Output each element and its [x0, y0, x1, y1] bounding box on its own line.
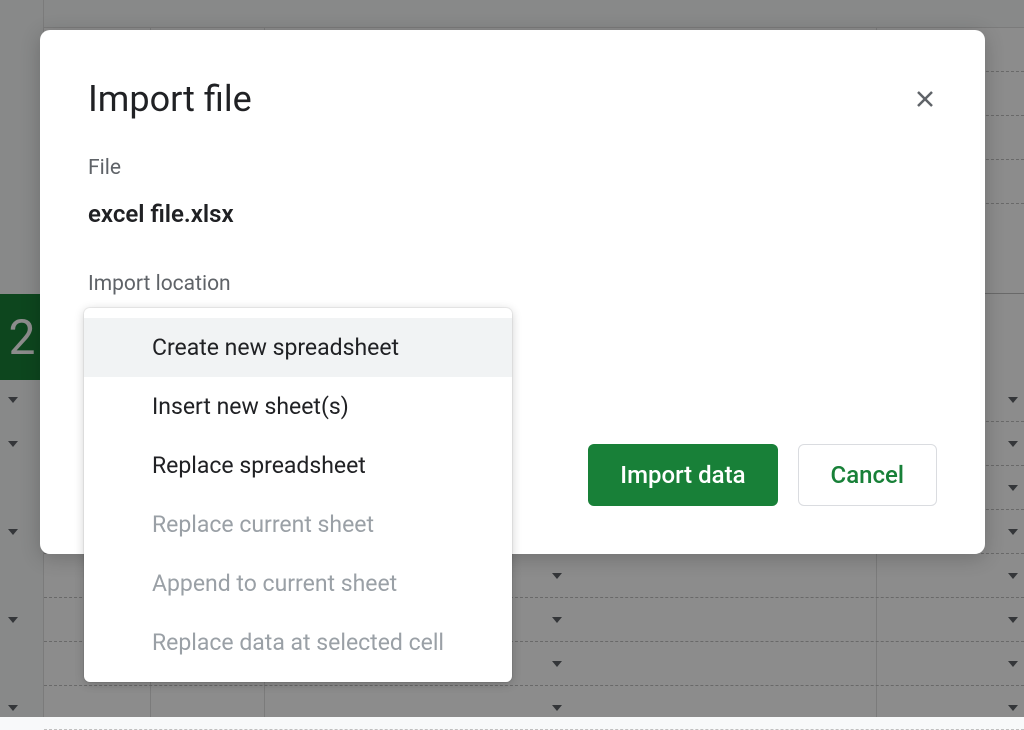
import-data-button[interactable]: Import data: [588, 444, 777, 506]
dropdown-option-append-to-current-sheet: Append to current sheet: [84, 554, 512, 613]
import-location-dropdown: Create new spreadsheet Insert new sheet(…: [84, 308, 512, 682]
dropdown-option-insert-new-sheets[interactable]: Insert new sheet(s): [84, 377, 512, 436]
import-location-label: Import location: [88, 272, 937, 296]
cancel-button[interactable]: Cancel: [798, 444, 937, 506]
dropdown-option-replace-current-sheet: Replace current sheet: [84, 495, 512, 554]
dropdown-option-replace-spreadsheet[interactable]: Replace spreadsheet: [84, 436, 512, 495]
close-icon[interactable]: [913, 87, 937, 111]
dropdown-option-create-new-spreadsheet[interactable]: Create new spreadsheet: [84, 318, 512, 377]
modal-title: Import file: [88, 78, 252, 120]
dropdown-option-replace-data-at-selected-cell: Replace data at selected cell: [84, 613, 512, 672]
file-label: File: [88, 156, 937, 180]
file-name: excel file.xlsx: [88, 200, 937, 228]
